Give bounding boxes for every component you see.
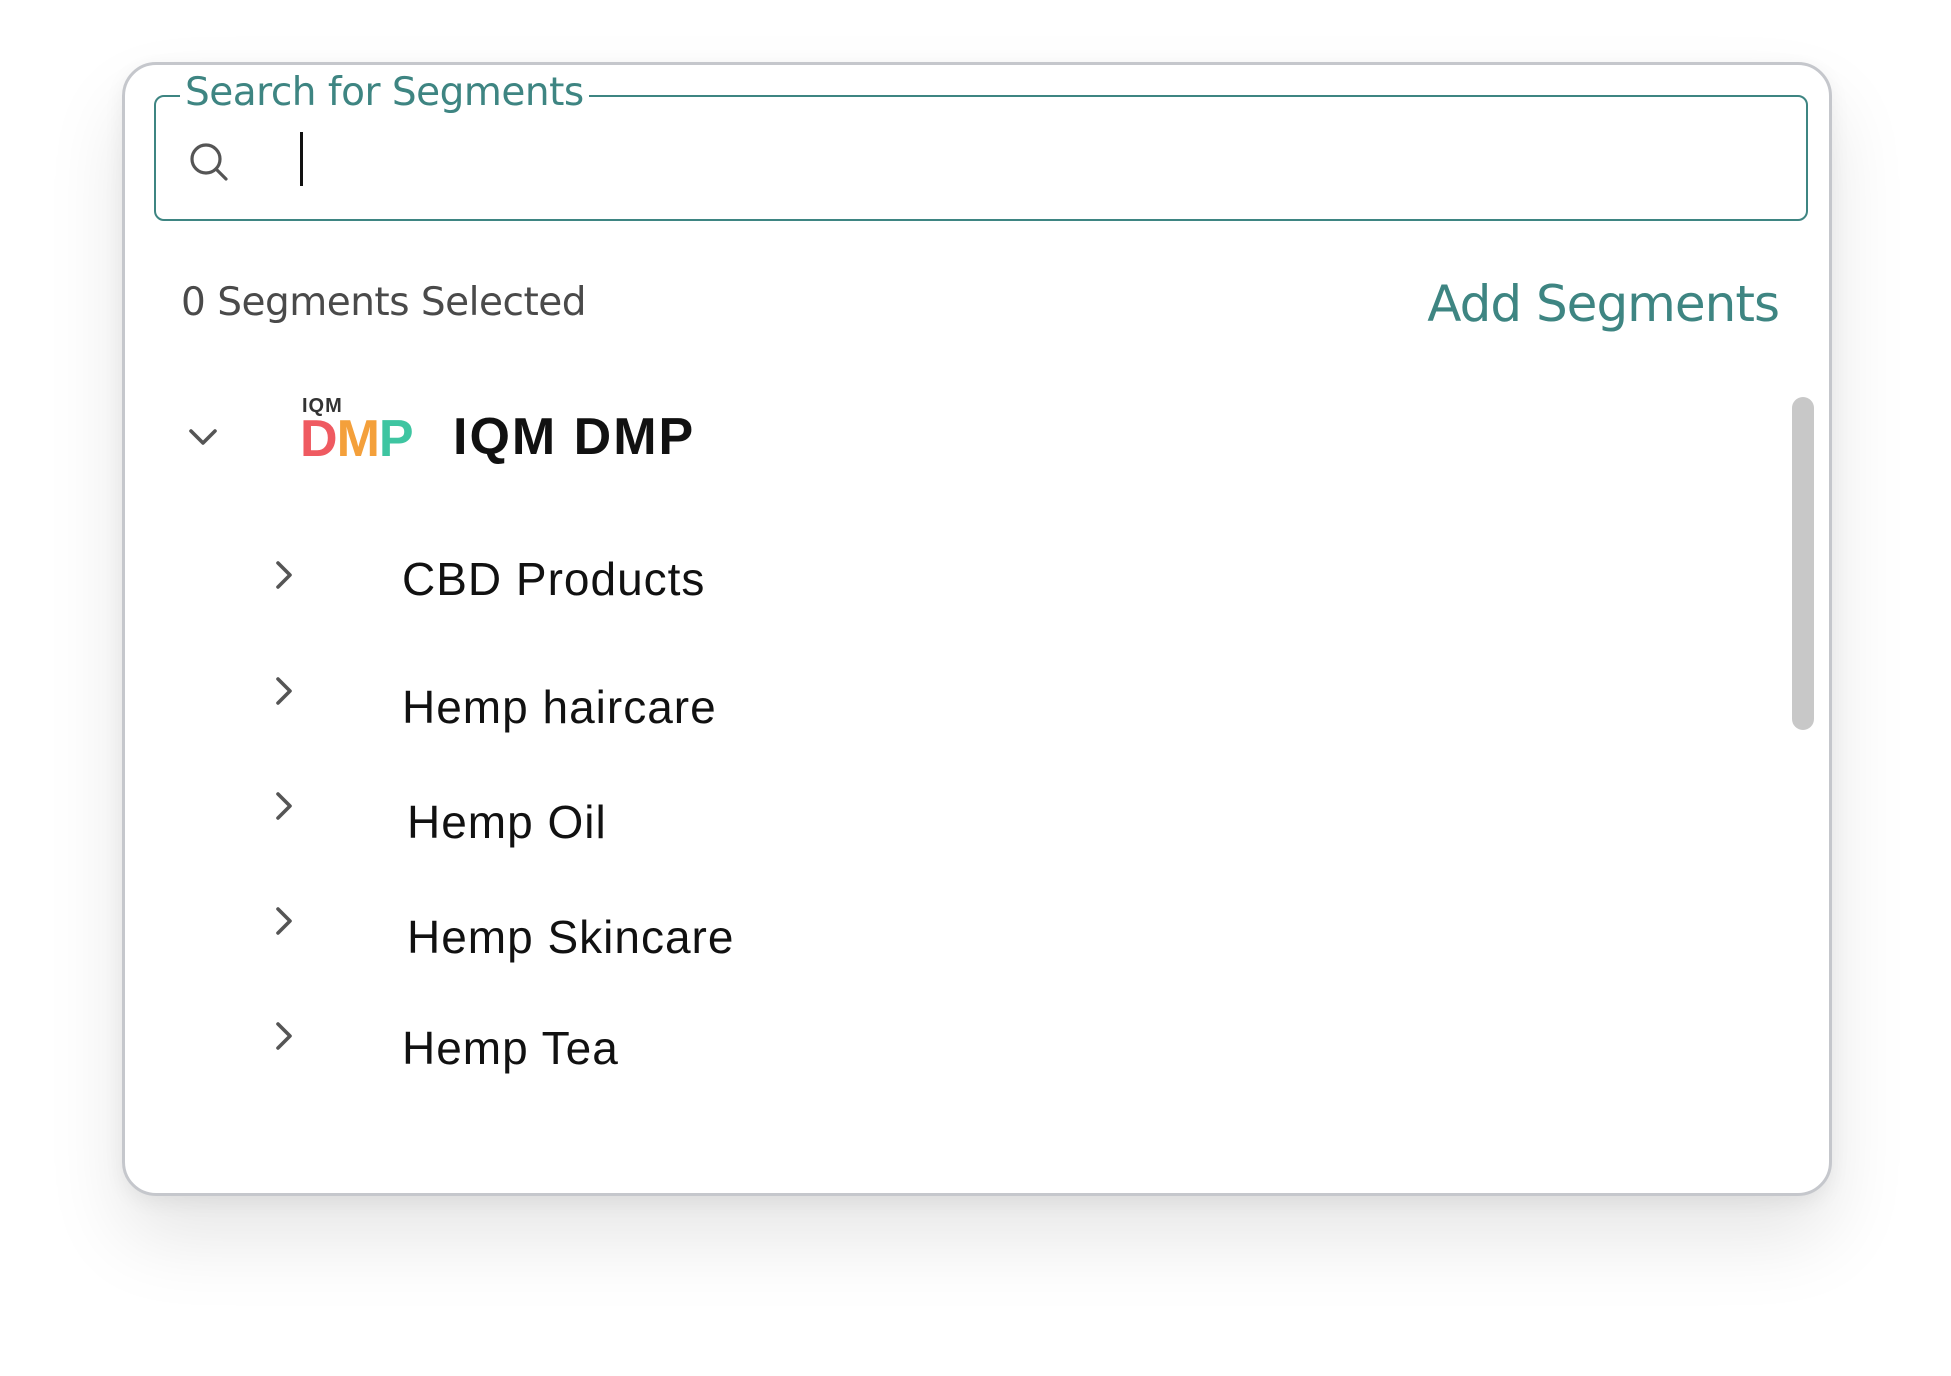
chevron-down-icon[interactable] — [185, 423, 221, 453]
chevron-right-icon[interactable] — [272, 1016, 296, 1056]
search-input[interactable] — [268, 121, 1768, 197]
segment-label: Hemp Oil — [407, 796, 607, 848]
segment-label: CBD Products — [402, 553, 706, 605]
selected-count: 0 Segments Selected — [181, 280, 587, 325]
segment-item-hemp-tea[interactable]: Hemp Tea — [272, 998, 1572, 1078]
chevron-right-icon[interactable] — [272, 555, 296, 595]
search-icon — [190, 143, 228, 181]
provider-name: IQM DMP — [453, 408, 696, 466]
scrollbar-thumb[interactable] — [1792, 397, 1814, 730]
segment-label: Hemp Tea — [402, 1022, 619, 1074]
chevron-right-icon[interactable] — [272, 901, 296, 941]
segment-item-hemp-haircare[interactable]: Hemp haircare — [272, 653, 1572, 733]
logo-main-text: DMP — [300, 410, 414, 468]
segment-item-cbd-products[interactable]: CBD Products — [272, 537, 1572, 617]
segment-selector-panel: Search for Segments 0 Segments Selected … — [122, 62, 1832, 1196]
search-label: Search for Segments — [180, 71, 589, 115]
iqm-dmp-logo: IQM DMP — [300, 395, 420, 473]
search-field[interactable]: Search for Segments — [154, 71, 1808, 221]
segment-item-hemp-skincare[interactable]: Hemp Skincare — [272, 883, 1572, 963]
segment-label: Hemp haircare — [402, 681, 717, 733]
provider-row-iqm-dmp[interactable]: IQM DMP IQM DMP — [185, 387, 1685, 497]
text-caret — [300, 132, 303, 186]
add-segments-button[interactable]: Add Segments — [1427, 275, 1780, 333]
segment-item-hemp-oil[interactable]: Hemp Oil — [272, 768, 1572, 848]
segment-label: Hemp Skincare — [407, 911, 735, 963]
chevron-right-icon[interactable] — [272, 786, 296, 826]
chevron-right-icon[interactable] — [272, 671, 296, 711]
